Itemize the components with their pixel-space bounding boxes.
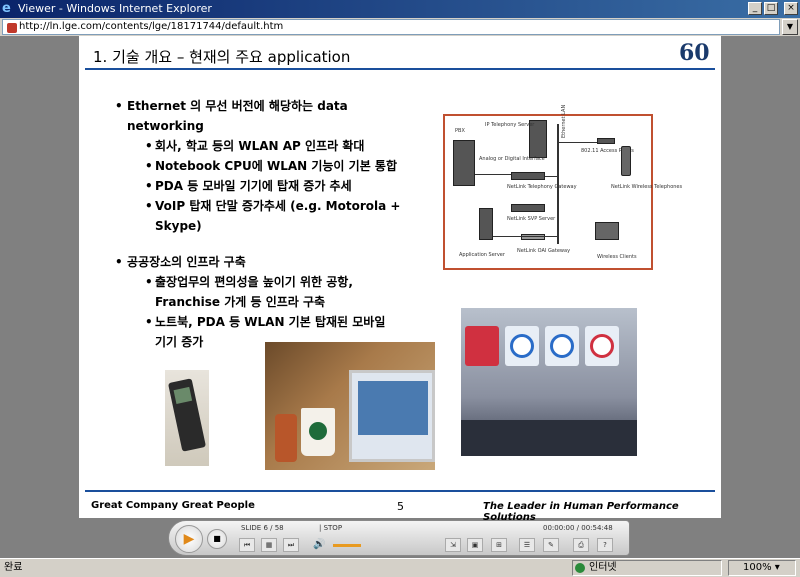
app-server-device bbox=[479, 208, 493, 240]
bullet-item: networking bbox=[127, 119, 204, 133]
slide-list-button[interactable]: ▦ bbox=[261, 538, 277, 552]
bullet-item: 출장업무의 편의성을 높이기 위한 공항, bbox=[109, 272, 429, 292]
playback-time: 00:00:00 / 00:54:48 bbox=[543, 524, 613, 532]
diagram-label-pbx: PBX bbox=[455, 128, 465, 134]
volume-slider[interactable] bbox=[333, 544, 361, 547]
network-diagram: PBX IP Telephony Server Ethernet LAN 802… bbox=[443, 105, 682, 270]
bullet-item: 공공장소의 인프라 구축 bbox=[109, 252, 429, 272]
address-dropdown-button[interactable]: ▼ bbox=[782, 19, 798, 35]
notes-button[interactable]: ✎ bbox=[543, 538, 559, 552]
oai-gateway-device bbox=[521, 234, 545, 240]
media-player-bar: ▶ ■ SLIDE 6 / 58 | STOP 00:00:00 / 00:54… bbox=[168, 520, 630, 556]
lg-60-logo: 60 bbox=[679, 40, 710, 66]
diagram-label-gateway: NetLink Telephony Gateway bbox=[507, 184, 577, 190]
globe-icon bbox=[575, 563, 585, 573]
title-divider bbox=[85, 68, 715, 70]
status-text: 완료 bbox=[4, 562, 23, 573]
zoom-button[interactable]: ⊞ bbox=[491, 538, 507, 552]
window-controls: _ □ × bbox=[748, 2, 798, 15]
close-button[interactable]: × bbox=[784, 2, 798, 15]
bullet-item: 회사, 학교 등의 WLAN AP 인프라 확대 bbox=[109, 136, 429, 156]
diagram-label-app-server: Application Server bbox=[459, 252, 505, 258]
zoom-label: 100% bbox=[743, 562, 772, 573]
fit-button[interactable]: ⇲ bbox=[445, 538, 461, 552]
playback-state: | STOP bbox=[319, 524, 343, 532]
window-titlebar: e Viewer - Windows Internet Explorer _ □… bbox=[0, 0, 800, 18]
print-button[interactable]: ⎙ bbox=[573, 538, 589, 552]
play-button[interactable]: ▶ bbox=[175, 525, 203, 553]
outline-button[interactable]: ☰ bbox=[519, 538, 535, 552]
help-button[interactable]: ? bbox=[597, 538, 613, 552]
minimize-button[interactable]: _ bbox=[748, 2, 762, 15]
bullet-item: Franchise 가게 등 인프라 구축 bbox=[155, 295, 326, 309]
diagram-label-oai: NetLink OAI Gateway bbox=[517, 248, 571, 254]
volume-icon[interactable]: 🔊 bbox=[313, 539, 325, 550]
airport-lounge-photo bbox=[461, 308, 637, 456]
zone-label: 인터넷 bbox=[589, 562, 617, 573]
diagram-label-clients: Wireless Clients bbox=[597, 254, 637, 260]
wireless-phone-device bbox=[621, 146, 631, 176]
presentation-slide: 1. 기술 개요 – 현재의 주요 application 60 Etherne… bbox=[79, 36, 721, 523]
diagram-label-analog: Analog or Digital Interface bbox=[479, 156, 545, 162]
bullet-item: VoIP 탑재 단말 증가추세 (e.g. Motorola + bbox=[109, 196, 429, 216]
footer-slogan: Great Company Great People bbox=[91, 500, 255, 511]
footer-divider bbox=[85, 490, 715, 492]
bullet-item bbox=[109, 236, 429, 252]
mobile-phone-photo bbox=[165, 370, 209, 466]
coffee-logo-icon bbox=[309, 422, 327, 440]
stop-button[interactable]: ■ bbox=[207, 529, 227, 549]
diagram-label-ethernet: Ethernet LAN bbox=[561, 104, 567, 138]
bullet-list: Ethernet 의 무선 버전에 해당하는 data networking 회사,… bbox=[109, 96, 429, 352]
maximize-button[interactable]: □ bbox=[764, 2, 778, 15]
bullet-item: Ethernet 의 무선 버전에 해당하는 data bbox=[109, 96, 429, 116]
pbx-device bbox=[453, 140, 475, 186]
diagram-label-svp: NetLink SVP Server bbox=[507, 216, 556, 222]
laptop-client-device bbox=[595, 222, 619, 240]
address-input[interactable]: http://ln.lge.com/contents/lge/18171744/… bbox=[2, 19, 780, 35]
access-point-device bbox=[597, 138, 615, 144]
prev-slide-button[interactable]: ⏮ bbox=[239, 538, 255, 552]
slide-counter: SLIDE 6 / 58 bbox=[241, 524, 284, 532]
cafe-laptop-photo bbox=[265, 342, 435, 470]
gateway-device bbox=[511, 172, 545, 180]
security-zone[interactable]: 인터넷 bbox=[572, 560, 722, 576]
svp-server-device bbox=[511, 204, 545, 212]
address-bar: http://ln.lge.com/contents/lge/18171744/… bbox=[0, 18, 800, 36]
bullet-item: Skype) bbox=[155, 219, 202, 233]
status-bar: 완료 인터넷 100% ▾ bbox=[0, 558, 800, 577]
diagram-label-ip-server: IP Telephony Server bbox=[485, 122, 535, 128]
bullet-item: Notebook CPU에 WLAN 기능이 기본 통합 bbox=[109, 156, 429, 176]
page-icon bbox=[7, 23, 17, 33]
viewer-content: 1. 기술 개요 – 현재의 주요 application 60 Etherne… bbox=[0, 36, 800, 558]
diagram-label-wireless-tel: NetLink Wireless Telephones bbox=[611, 184, 683, 190]
window-title: Viewer - Windows Internet Explorer bbox=[18, 2, 212, 15]
slide-title: 1. 기술 개요 – 현재의 주요 application bbox=[93, 48, 351, 66]
next-slide-button[interactable]: ⏭ bbox=[283, 538, 299, 552]
fullscreen-button[interactable]: ▣ bbox=[467, 538, 483, 552]
ie-logo-icon: e bbox=[2, 1, 11, 16]
bullet-item: PDA 등 모바일 기기에 탑재 증가 추세 bbox=[109, 176, 429, 196]
address-url: http://ln.lge.com/contents/lge/18171744/… bbox=[19, 21, 284, 32]
zoom-control[interactable]: 100% ▾ bbox=[728, 560, 796, 576]
bullet-item: 노트북, PDA 등 WLAN 기본 탑재된 모바일 bbox=[109, 312, 429, 332]
page-number: 5 bbox=[397, 500, 404, 513]
